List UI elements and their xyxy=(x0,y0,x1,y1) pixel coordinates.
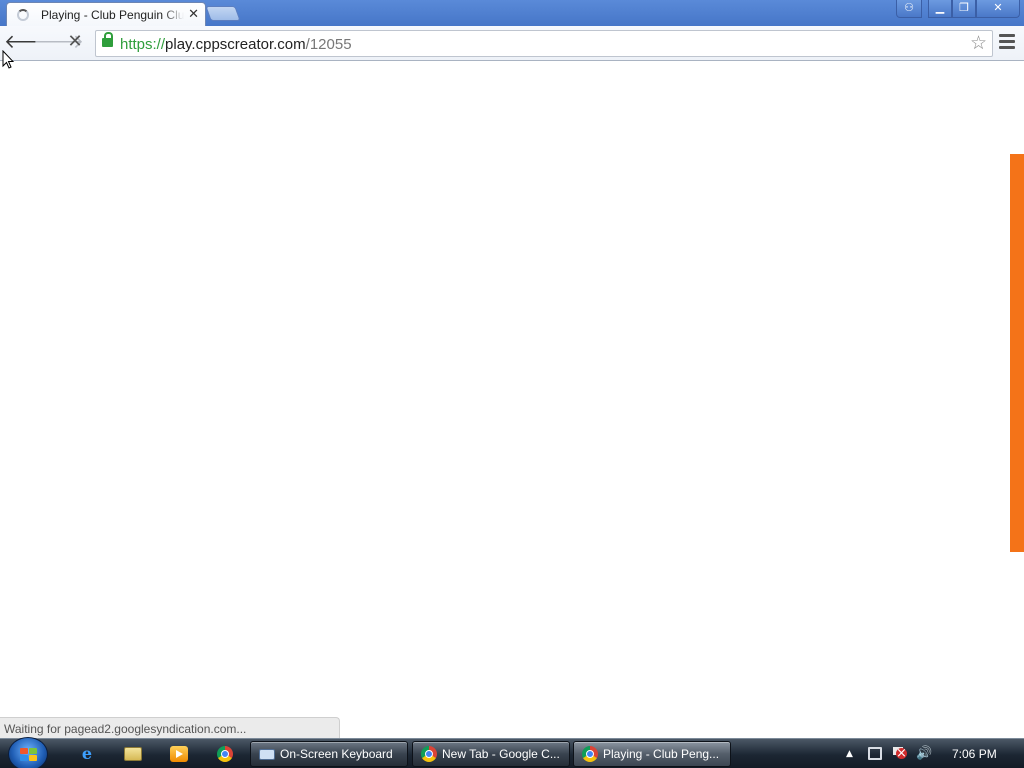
network-icon[interactable] xyxy=(868,747,882,760)
minimize-button[interactable]: ▁ xyxy=(928,0,952,18)
taskbar-item-playing-club-penguin[interactable]: Playing - Club Peng... xyxy=(573,741,731,767)
chrome-launcher-icon[interactable] xyxy=(214,744,236,764)
stop-loading-button[interactable]: ✕ xyxy=(62,31,88,55)
lock-icon xyxy=(102,32,113,47)
new-tab-button[interactable] xyxy=(205,6,241,21)
status-bubble: Waiting for pagead2.googlesyndication.co… xyxy=(0,717,340,738)
url-host: play.cppscreator.com xyxy=(165,36,306,53)
windows-taskbar: e On-Screen Keyboard New Tab - Google C.… xyxy=(0,737,1024,768)
media-player-icon[interactable] xyxy=(168,744,190,764)
volume-icon[interactable]: 🔊 xyxy=(916,747,932,760)
url-scheme: https:// xyxy=(120,36,166,53)
url-text[interactable]: https://play.cppscreator.com/12055 xyxy=(120,36,352,53)
bookmark-star-icon[interactable]: ☆ xyxy=(970,32,987,54)
page-orange-side-bar xyxy=(1010,154,1024,552)
taskbar-item-label: Playing - Club Peng... xyxy=(603,747,720,761)
browser-toolbar: 🡐 🡒 ✕ https://play.cppscreator.com/12055… xyxy=(0,26,1024,61)
chrome-icon xyxy=(421,746,437,762)
user-profile-button[interactable]: ⚇ xyxy=(896,0,922,18)
windows-logo-icon xyxy=(20,748,38,762)
chrome-menu-icon[interactable] xyxy=(999,34,1015,52)
chrome-icon xyxy=(582,746,598,762)
taskbar-item-label: On-Screen Keyboard xyxy=(280,747,393,761)
forward-button[interactable]: 🡒 xyxy=(33,31,84,55)
taskbar-item-on-screen-keyboard[interactable]: On-Screen Keyboard xyxy=(250,741,408,767)
start-button[interactable] xyxy=(8,737,48,768)
taskbar-item-new-tab[interactable]: New Tab - Google C... xyxy=(412,741,570,767)
url-path: /12055 xyxy=(305,36,352,53)
internet-explorer-icon[interactable]: e xyxy=(76,744,98,764)
system-clock[interactable]: 7:06 PM xyxy=(952,747,997,761)
tab-title: Playing - Club Penguin Club xyxy=(41,7,185,22)
loading-spinner-icon xyxy=(17,8,29,21)
tab-playing-club-penguin[interactable]: Playing - Club Penguin Club ✕ xyxy=(6,2,206,26)
address-bar[interactable]: https://play.cppscreator.com/12055 ☆ xyxy=(95,30,993,57)
close-window-button[interactable]: ✕ xyxy=(976,0,1020,18)
action-center-icon[interactable] xyxy=(892,747,907,760)
taskbar-item-label: New Tab - Google C... xyxy=(442,747,560,761)
windows-explorer-icon[interactable] xyxy=(122,744,144,764)
keyboard-icon xyxy=(259,748,275,760)
browser-titlebar: Playing - Club Penguin Club ✕ ⚇ ▁ ❐ ✕ xyxy=(0,0,1024,26)
restore-button[interactable]: ❐ xyxy=(952,0,976,18)
show-hidden-icons-button[interactable]: ▲ xyxy=(846,749,853,759)
tab-close-icon[interactable]: ✕ xyxy=(188,7,199,22)
